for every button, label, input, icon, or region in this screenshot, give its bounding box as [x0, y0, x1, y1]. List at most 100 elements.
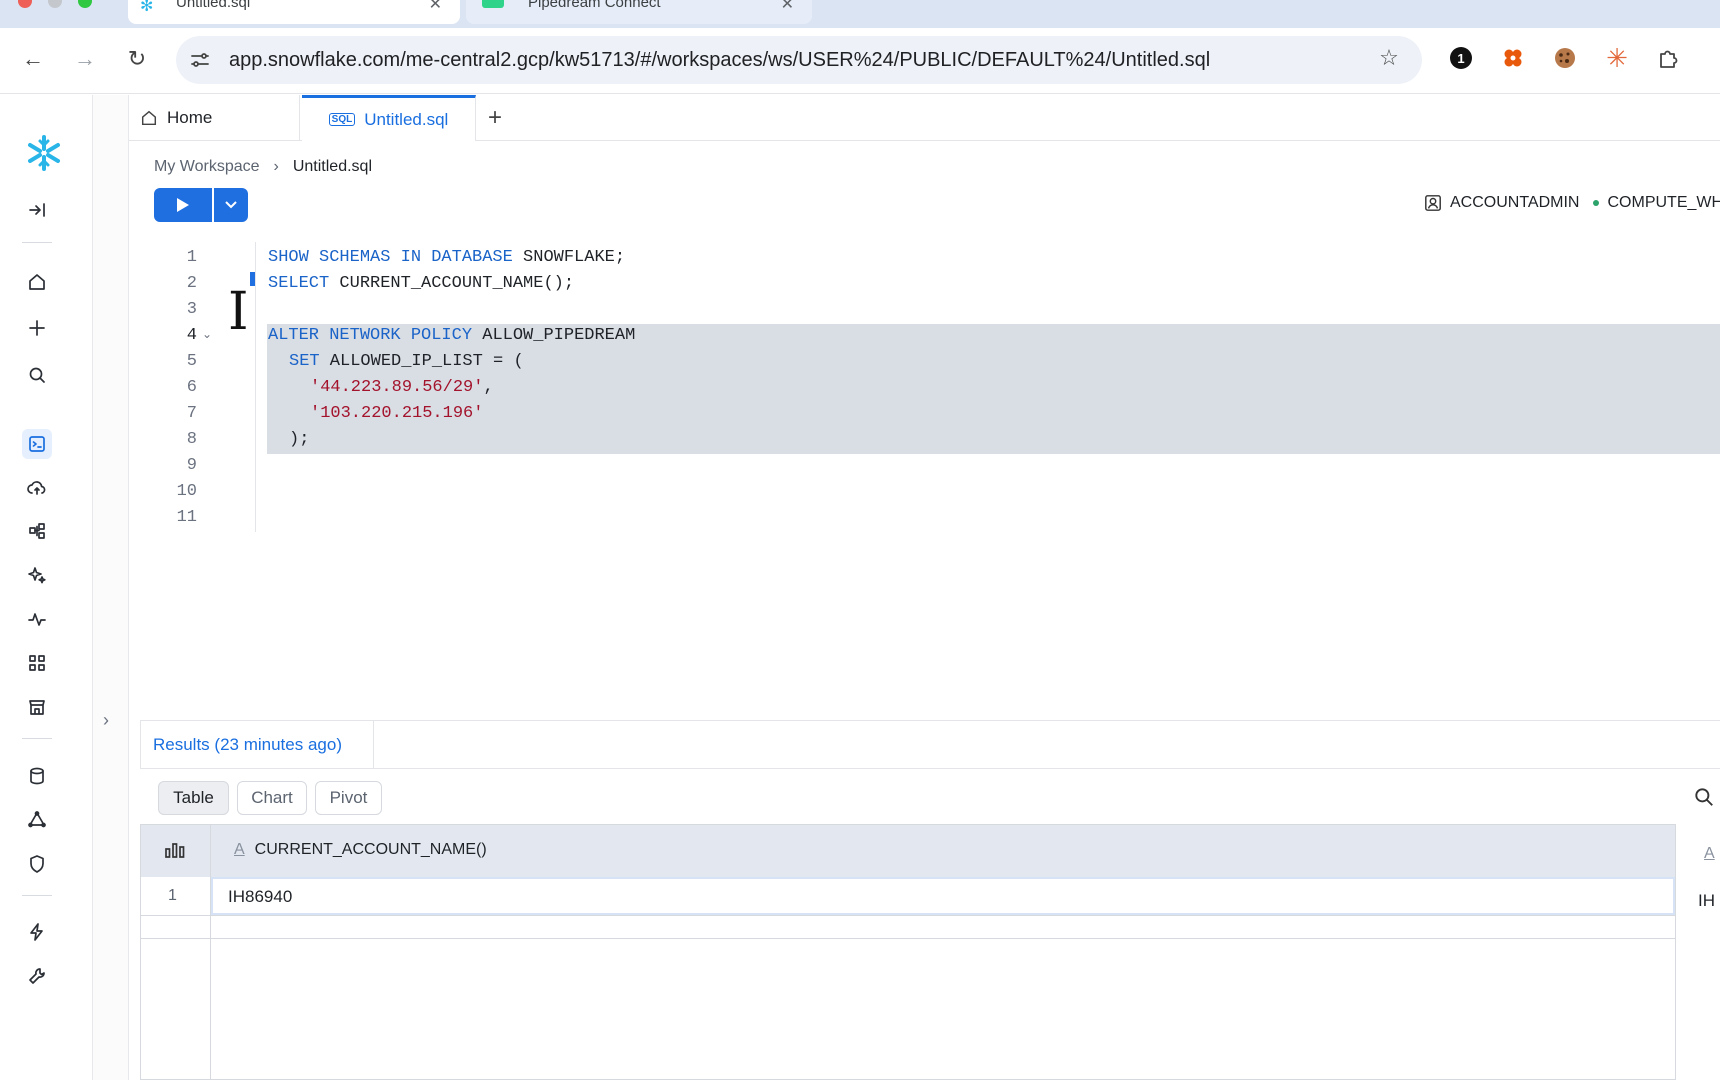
view-pivot-button[interactable]: Pivot [315, 781, 382, 815]
reload-icon[interactable]: ↻ [122, 44, 152, 74]
back-icon[interactable]: ← [18, 44, 48, 74]
code-line-4: ALTER NETWORK POLICY ALLOW_PIPEDREAM [268, 326, 635, 345]
sql-file-icon: SQL [328, 113, 356, 126]
data-transform-icon[interactable] [22, 516, 52, 546]
browser-tab-title: Untitled.sql [176, 0, 251, 11]
tab-home[interactable]: Home [140, 95, 300, 141]
warehouse-label: COMPUTE_WH [1607, 194, 1720, 211]
chevron-right-icon: › [273, 158, 279, 175]
role-label: ACCOUNTADMIN [1450, 194, 1580, 211]
expand-panel-chevron-icon[interactable]: › [103, 710, 109, 731]
code-line-1: SHOW SCHEMAS IN DATABASE SNOWFLAKE; [268, 248, 625, 267]
tab-sql-label: Untitled.sql [364, 109, 449, 129]
database-icon[interactable] [22, 761, 52, 791]
marketplace-icon[interactable] [22, 692, 52, 722]
run-options-dropdown[interactable] [214, 188, 248, 222]
row-number: 1 [168, 887, 177, 904]
close-tab-icon[interactable]: ✕ [781, 0, 794, 14]
code-text: ALLOWED_IP_LIST = ( [319, 352, 524, 371]
url-text: app.snowflake.com/me-central2.gcp/kw5171… [229, 49, 1211, 71]
code-line-2: SELECT CURRENT_ACCOUNT_NAME(); [268, 274, 574, 293]
line-number: 2 [186, 274, 197, 293]
svg-text:1: 1 [1457, 51, 1464, 66]
workspaces-icon[interactable] [22, 429, 52, 459]
string-literal: '103.220.215.196' [310, 404, 484, 423]
code-text: CURRENT_ACCOUNT_NAME(); [329, 274, 575, 293]
new-tab-plus-icon[interactable]: + [488, 95, 512, 141]
apps-grid-icon[interactable] [22, 648, 52, 678]
change-marker [250, 272, 255, 286]
code-line-6: '44.223.89.56/29', [310, 378, 494, 397]
claude-icon[interactable]: ✳ [1604, 43, 1630, 73]
results-tab[interactable]: Results (23 minutes ago) [140, 721, 374, 769]
view-chart-button[interactable]: Chart [237, 781, 307, 815]
row-divider [141, 938, 1675, 939]
line-number: 4 [186, 326, 197, 345]
ai-sparkle-icon[interactable] [22, 560, 52, 590]
lightning-icon[interactable] [22, 917, 52, 947]
snowflake-icon: ✻ [140, 0, 154, 15]
code-line-8: ); [289, 430, 309, 449]
warehouse-status-dot [1593, 200, 1600, 206]
fold-chevron-icon[interactable]: ⌄ [202, 327, 212, 341]
cookie-icon[interactable] [1552, 45, 1578, 71]
line-number: 6 [186, 378, 197, 397]
puzzle-icon[interactable] [1656, 45, 1682, 71]
collapse-sidebar-icon[interactable] [22, 195, 52, 225]
data-sharing-icon[interactable] [22, 805, 52, 835]
shield-icon[interactable] [22, 849, 52, 879]
code-text: ALLOW_PIPEDREAM [472, 326, 636, 345]
detail-type-icon: A [1704, 845, 1715, 862]
results-search-icon[interactable] [1693, 786, 1715, 813]
nav-divider [22, 738, 52, 739]
nav-divider [22, 242, 52, 243]
row-divider [141, 915, 1675, 916]
search-icon[interactable] [22, 360, 52, 390]
add-icon[interactable] [22, 313, 52, 343]
browser-tab-untitled-sql[interactable]: ✻ Untitled.sql ✕ [128, 0, 460, 24]
forward-icon[interactable]: → [70, 44, 100, 74]
monitoring-icon[interactable] [22, 604, 52, 634]
upload-cloud-icon[interactable] [22, 473, 52, 503]
run-button[interactable] [154, 188, 212, 222]
results-divider [140, 768, 1720, 769]
line-number: 1 [186, 248, 197, 267]
tab-untitled-sql[interactable]: SQL Untitled.sql [302, 95, 476, 141]
line-number: 3 [186, 300, 197, 319]
column-header[interactable]: A CURRENT_ACCOUNT_NAME() [234, 841, 487, 859]
grid-column-divider [210, 825, 211, 1080]
breadcrumb-root[interactable]: My Workspace [154, 158, 260, 176]
tab-home-label: Home [167, 108, 213, 127]
table-row[interactable] [211, 877, 1675, 915]
code-line-7: '103.220.215.196' [310, 404, 483, 423]
admin-tools-icon[interactable] [22, 961, 52, 991]
line-number: 10 [176, 482, 197, 501]
column-stats-icon[interactable] [164, 842, 186, 863]
secondary-rail [93, 95, 129, 1080]
home-icon [141, 110, 157, 126]
bookmark-star-icon[interactable]: ☆ [1376, 45, 1402, 71]
line-number: 9 [186, 456, 197, 475]
onepassword-icon[interactable]: 1 [1448, 45, 1474, 71]
table-cell[interactable]: IH86940 [228, 887, 292, 907]
line-number: 5 [186, 352, 197, 371]
snowflake-logo-icon[interactable] [24, 133, 64, 173]
role-icon [1425, 195, 1441, 211]
line-number: 8 [186, 430, 197, 449]
keyword: SET [289, 352, 320, 371]
play-icon [177, 198, 189, 212]
browser-tab-pipedream[interactable]: Pipedream Connect ✕ [466, 0, 812, 24]
keyword: SELECT [268, 274, 330, 293]
view-table-button[interactable]: Table [158, 781, 229, 815]
line-number: 7 [186, 404, 197, 423]
session-context[interactable]: ACCOUNTADMIN COMPUTE_WH [1424, 194, 1720, 212]
home-icon[interactable] [22, 267, 52, 297]
site-settings-icon[interactable] [188, 48, 212, 72]
text-type-icon: A [234, 841, 245, 858]
detail-value: IH [1698, 891, 1715, 910]
flower-extension-icon[interactable] [1500, 45, 1526, 71]
sql-editor[interactable]: 1 2 3 4 5 6 7 8 9 10 11 SHOW SCHEMAS IN … [129, 240, 1720, 540]
nav-divider [22, 895, 52, 896]
close-tab-icon[interactable]: ✕ [429, 0, 442, 14]
pipedream-icon [482, 0, 504, 8]
